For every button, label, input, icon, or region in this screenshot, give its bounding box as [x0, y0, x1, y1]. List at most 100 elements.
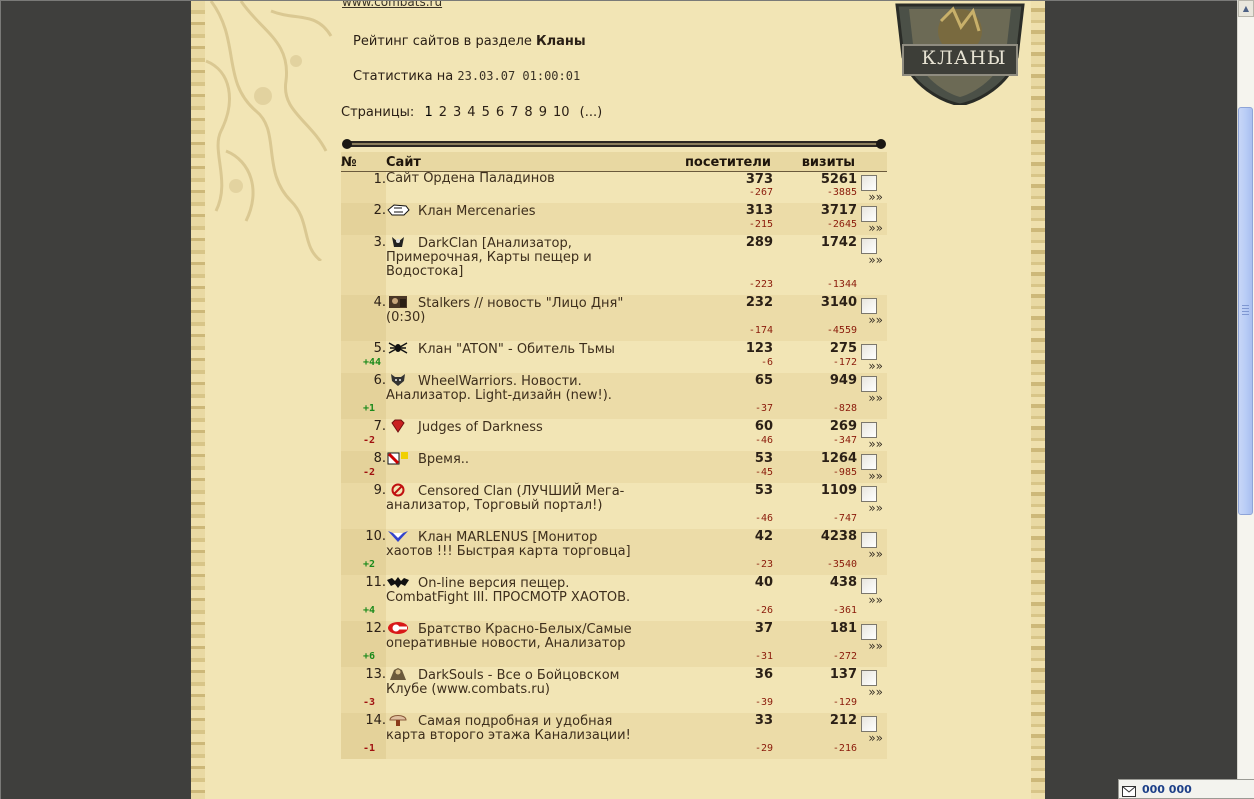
- row-checkbox[interactable]: [861, 532, 877, 548]
- parchment-right-edge: [1031, 1, 1045, 799]
- table-row-delta: +6 -31 -272: [341, 651, 887, 667]
- page-link-4[interactable]: 4: [467, 105, 475, 120]
- site-link[interactable]: DarkClan [Анализатор, Примерочная, Карты…: [386, 236, 592, 279]
- site-link[interactable]: Братство Красно-Белых/Самые оперативные …: [386, 622, 632, 651]
- page-link-2[interactable]: 2: [439, 105, 447, 120]
- site-link[interactable]: Клан "ATON" - Обитель Тьмы: [418, 342, 615, 357]
- pagination: Страницы: 1 2 3 4 5 6 7 8 9 10 (...): [341, 105, 602, 120]
- row-site-spacer: [386, 325, 646, 341]
- row-hits-delta: -216: [773, 743, 857, 759]
- spider-icon: [386, 341, 410, 355]
- site-link[interactable]: Stalkers // новость "Лицо Дня" (0:30): [386, 296, 623, 325]
- site-link[interactable]: WheelWarriors. Новости. Анализатор. Ligh…: [386, 374, 612, 403]
- row-hits: 137: [829, 667, 857, 682]
- row-checkbox[interactable]: [861, 298, 877, 314]
- row-checkbox[interactable]: [861, 344, 877, 360]
- row-details-link[interactable]: »»: [857, 686, 887, 698]
- page-link-9[interactable]: 9: [539, 105, 547, 120]
- row-checkbox[interactable]: [861, 716, 877, 732]
- row-visitors: 232: [646, 295, 773, 325]
- row-rank: 3.: [341, 235, 386, 279]
- site-link[interactable]: Judges of Darkness: [418, 420, 543, 435]
- row-site-spacer: [386, 279, 646, 295]
- row-site: Клан MARLENUS [Монитор хаотов !!! Быстра…: [386, 529, 646, 559]
- row-hits-delta: -3540: [773, 559, 857, 575]
- row-site-spacer: [386, 605, 646, 621]
- row-visitors: 33: [646, 713, 773, 743]
- table-top-bar: [342, 139, 886, 149]
- row-details-link[interactable]: »»: [857, 438, 887, 450]
- row-checkbox[interactable]: [861, 486, 877, 502]
- row-rank-change-cell: [341, 187, 386, 203]
- row-checkbox[interactable]: [861, 624, 877, 640]
- row-hits-delta: -172: [832, 357, 857, 368]
- page-link-6[interactable]: 6: [496, 105, 504, 120]
- row-checkbox[interactable]: [861, 238, 877, 254]
- row-rank: 7.: [341, 419, 386, 435]
- site-link[interactable]: Время..: [418, 452, 469, 467]
- row-checkbox[interactable]: [861, 206, 877, 222]
- row-details-link[interactable]: »»: [857, 548, 887, 560]
- page-more-link[interactable]: (...): [580, 105, 603, 120]
- table-row-delta: -2 -45 -985: [341, 467, 887, 483]
- table-row: 9. Censored Clan (ЛУЧШИЙ Мега-анализатор,…: [341, 483, 887, 514]
- page-link-7[interactable]: 7: [510, 105, 518, 120]
- row-hits-delta: -985: [773, 467, 857, 483]
- row-details-link[interactable]: »»: [857, 640, 887, 652]
- row-site-spacer: [386, 743, 646, 759]
- heading-prefix: Рейтинг сайтов в разделе: [353, 34, 532, 49]
- row-visitors: 373: [745, 172, 773, 187]
- row-checkbox[interactable]: [861, 175, 877, 191]
- row-details-link[interactable]: »»: [857, 360, 887, 372]
- site-link-top[interactable]: www.combats.ru: [342, 1, 442, 9]
- row-details-link[interactable]: »»: [857, 502, 887, 514]
- site-link[interactable]: Сайт Ордена Паладинов: [386, 171, 555, 186]
- row-site: Stalkers // новость "Лицо Дня" (0:30): [386, 295, 646, 325]
- row-details-link[interactable]: »»: [857, 594, 887, 606]
- row-rank-change-cell: -2: [341, 435, 386, 451]
- row-visitors: 42: [646, 529, 773, 559]
- bat-icon: [386, 575, 410, 589]
- table-row-delta: -3 -39 -129: [341, 697, 887, 713]
- row-details-link[interactable]: »»: [857, 314, 887, 326]
- row-visitors-delta: -31: [646, 651, 773, 667]
- browser-viewport: КЛАНЫ www.combats.ru Рейтинг сайтов в ра…: [0, 0, 1237, 799]
- page-link-1[interactable]: 1: [424, 105, 432, 120]
- row-visitors: 65: [646, 373, 773, 403]
- row-hits: 1264: [773, 451, 857, 467]
- row-select-cell: »»: [857, 419, 887, 451]
- row-checkbox[interactable]: [861, 670, 877, 686]
- rank-change: -1: [363, 743, 376, 754]
- page-link-8[interactable]: 8: [524, 105, 532, 120]
- row-checkbox[interactable]: [861, 422, 877, 438]
- row-hits-delta: -361: [832, 605, 857, 616]
- site-link[interactable]: Клан Mercenaries: [418, 204, 536, 219]
- row-checkbox[interactable]: [861, 454, 877, 470]
- row-checkbox[interactable]: [861, 376, 877, 392]
- site-link[interactable]: Клан MARLENUS [Монитор хаотов !!! Быстра…: [386, 530, 631, 559]
- row-details-link[interactable]: »»: [857, 732, 887, 744]
- row-details-link[interactable]: »»: [857, 254, 887, 266]
- table-row: 14. Самая подробная и удобная карта второ…: [341, 713, 887, 759]
- row-details-link[interactable]: »»: [857, 392, 887, 404]
- row-visitors-delta: -46: [754, 435, 773, 446]
- page-link-5[interactable]: 5: [482, 105, 490, 120]
- row-details-link[interactable]: »»: [857, 222, 887, 234]
- row-visitors: 37: [646, 621, 773, 651]
- mushroom-icon: [386, 713, 410, 727]
- page-link-3[interactable]: 3: [453, 105, 461, 120]
- page-link-10[interactable]: 10: [553, 105, 570, 120]
- site-link[interactable]: On-line версия пещер. CombatFight III. П…: [386, 576, 630, 605]
- site-link[interactable]: Самая подробная и удобная карта второго …: [386, 714, 631, 743]
- scroll-up-button[interactable]: ▲: [1238, 0, 1254, 17]
- site-link[interactable]: DarkSouls - Все о Бойцовском Клубе (www.…: [386, 668, 619, 697]
- row-rank-change-cell: +4: [341, 605, 386, 621]
- site-link[interactable]: Censored Clan (ЛУЧШИЙ Мега-анализатор, Т…: [386, 484, 624, 513]
- row-visitors: 40: [754, 575, 773, 590]
- row-visitors-delta: -45: [646, 467, 773, 483]
- row-hits: 275: [829, 341, 857, 356]
- row-details-link[interactable]: »»: [857, 191, 887, 203]
- row-checkbox[interactable]: [861, 578, 877, 594]
- row-details-link[interactable]: »»: [857, 470, 887, 482]
- envelope-icon: [1122, 786, 1136, 797]
